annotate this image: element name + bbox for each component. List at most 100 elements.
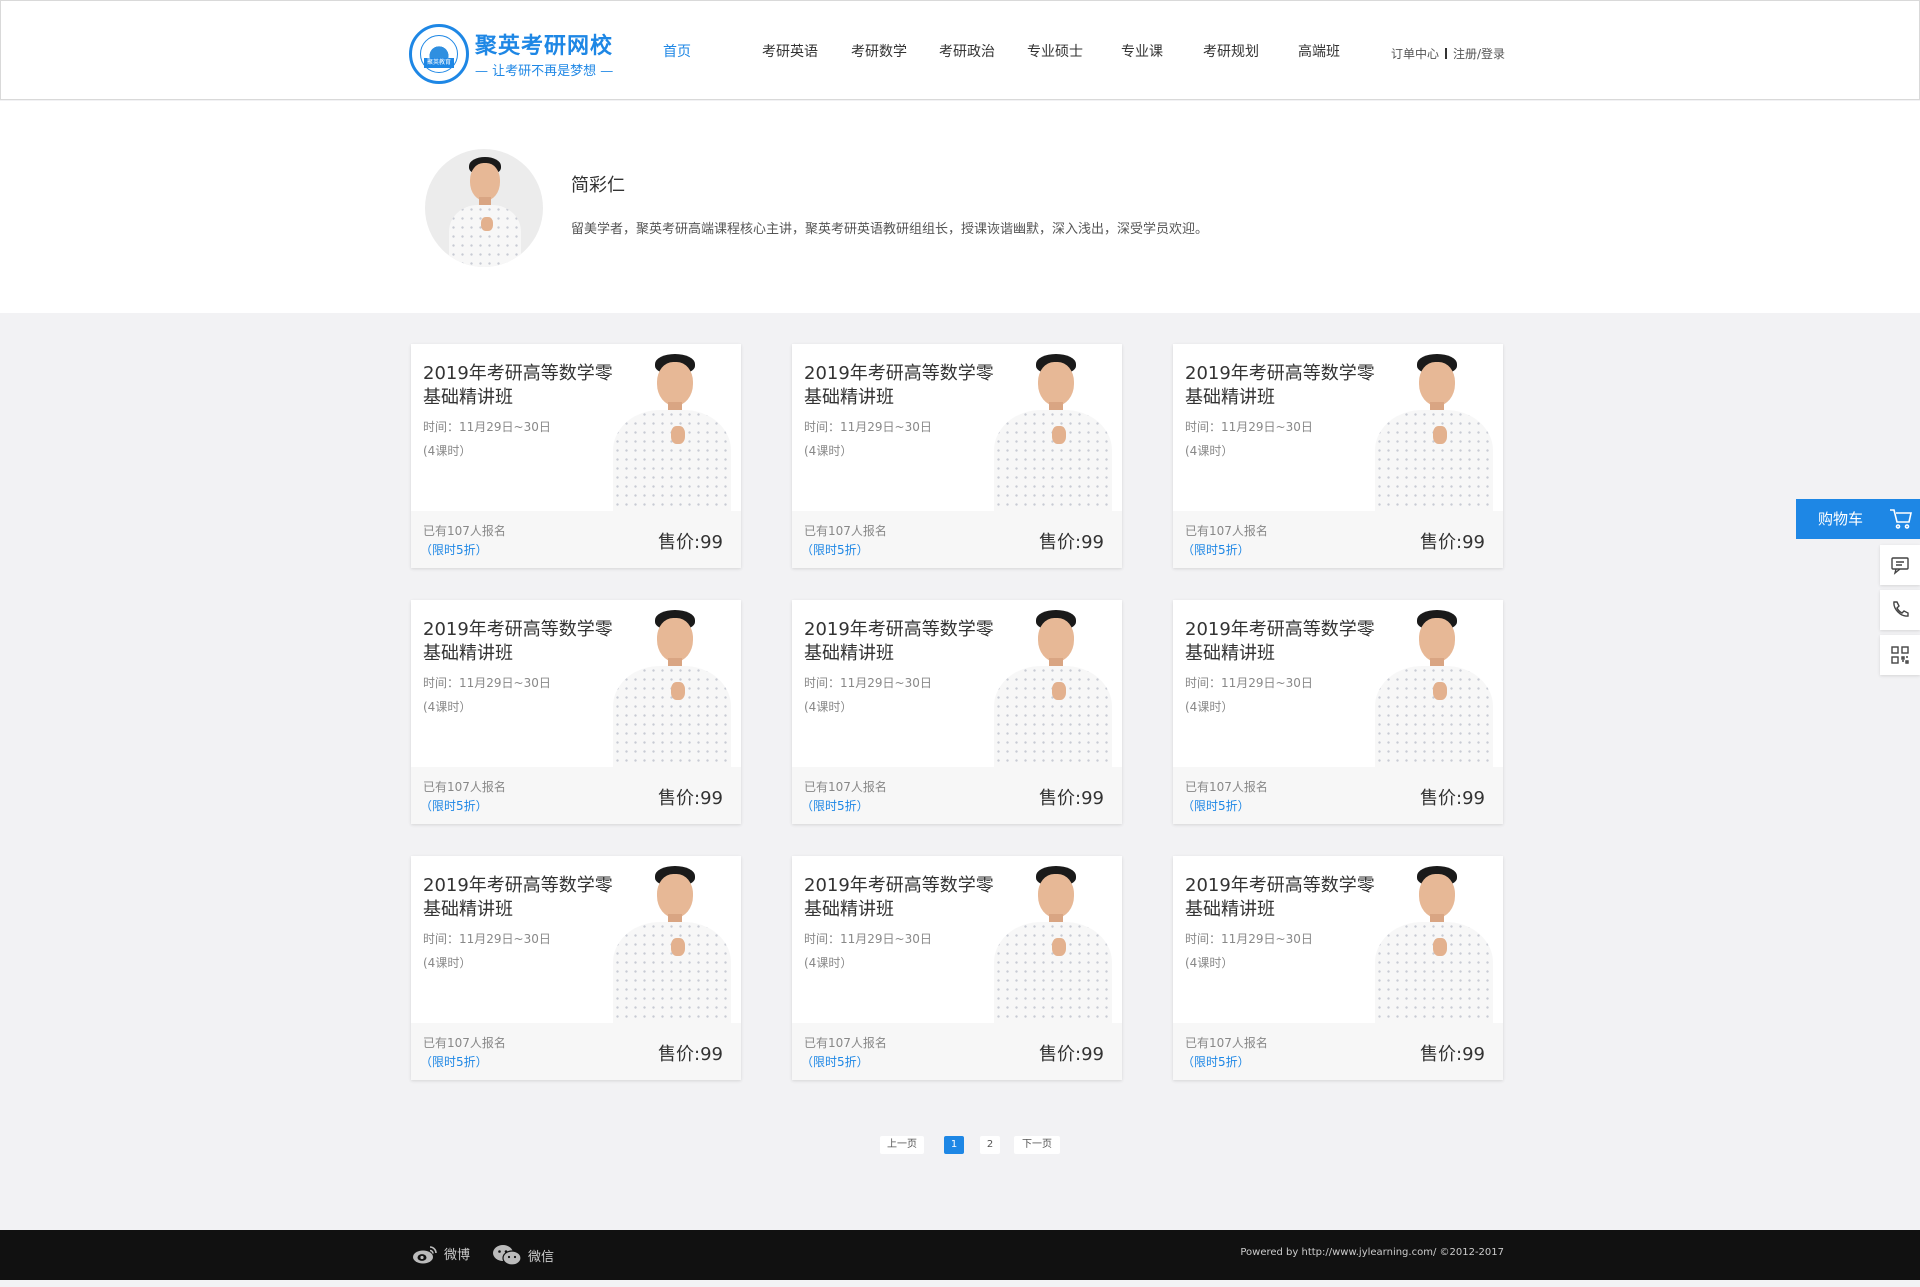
- discount-badge: （限时5折）: [420, 1055, 488, 1069]
- discount-badge: （限时5折）: [420, 799, 488, 813]
- teacher-profile: 简彩仁 留美学者，聚英考研高端课程核心主讲，聚英考研英语教研组组长，授课诙谐幽默…: [0, 101, 1920, 313]
- page-2-button[interactable]: 2: [980, 1136, 1000, 1154]
- course-title[interactable]: 2019年考研高等数学零基础精讲班: [1185, 618, 1385, 666]
- course-price: 售价:99: [658, 1044, 723, 1065]
- logo-slogan: — 让考研不再是梦想 —: [475, 64, 614, 79]
- course-time: 时间：11月29日~30日: [1185, 420, 1313, 434]
- course-card[interactable]: 2019年考研高等数学零基础精讲班时间：11月29日~30日 (4课时） 已有107…: [1173, 600, 1503, 824]
- course-hours: (4课时）: [423, 700, 472, 714]
- instructor-photo: [607, 354, 735, 511]
- course-card[interactable]: 2019年考研高等数学零基础精讲班 时间：11月29日~30日 (4课时） 已有107…: [1173, 856, 1503, 1080]
- phone-button[interactable]: [1880, 590, 1920, 630]
- logo-name: 聚英考研网校: [475, 34, 614, 59]
- wechat-label: 微信: [528, 1250, 555, 1265]
- course-time: 时间：11月29日~30日: [804, 420, 932, 434]
- course-card-footer: 已有107人报名 （限时5折） 售价:99: [792, 511, 1122, 568]
- nav-item[interactable]: 考研数学: [851, 41, 907, 61]
- course-price: 售价:99: [1420, 788, 1485, 809]
- prev-page-button[interactable]: 上一页: [880, 1136, 924, 1154]
- course-time: 时间：11月29日~30日: [1185, 676, 1313, 690]
- instructor-photo: [1369, 354, 1497, 511]
- course-card[interactable]: 2019年考研高等数学零基础精讲班 时间：11月29日~30日 (4课时） 已有107…: [792, 600, 1122, 824]
- message-button[interactable]: [1880, 545, 1920, 585]
- course-card[interactable]: 2019年考研高等数学零基础精讲班时间：11月29日~30日 (4课时） 已有107…: [411, 600, 741, 824]
- course-card[interactable]: 2019年考研高等数学零基础精讲班时间：11月29日~30日 (4课时） 已有107…: [792, 344, 1122, 568]
- course-hours: (4课时）: [423, 444, 472, 458]
- enrolled-count: 已有107人报名: [804, 1036, 887, 1050]
- discount-badge: （限时5折）: [420, 543, 488, 557]
- course-hours: (4课时）: [1185, 444, 1234, 458]
- phone-icon: [1893, 601, 1909, 617]
- weibo-link[interactable]: 微博: [412, 1244, 470, 1266]
- course-price: 售价:99: [658, 532, 723, 553]
- site-logo[interactable]: 聚英教育 聚英考研网校 — 让考研不再是梦想 —: [409, 24, 619, 84]
- teacher-avatar: [425, 149, 543, 267]
- teacher-description: 留美学者，聚英考研高端课程核心主讲，聚英考研英语教研组组长，授课诙谐幽默，深入浅…: [571, 222, 1209, 237]
- course-title[interactable]: 2019年考研高等数学零基础精讲班: [1185, 874, 1385, 922]
- enrolled-count: 已有107人报名: [804, 524, 887, 538]
- course-price: 售价:99: [1420, 1044, 1485, 1065]
- nav-item[interactable]: 专业硕士: [1027, 41, 1083, 61]
- nav-item[interactable]: 考研英语: [762, 41, 818, 61]
- instructor-photo: [988, 610, 1116, 767]
- course-card[interactable]: 2019年考研高等数学零基础精讲班 时间：11月29日~30日 (4课时） 已有107…: [792, 856, 1122, 1080]
- register-login-link[interactable]: 注册/登录: [1453, 47, 1505, 61]
- course-card-footer: 已有107人报名 （限时5折） 售价:99: [411, 511, 741, 568]
- nav-item[interactable]: 专业课: [1121, 41, 1163, 61]
- message-icon: [1891, 557, 1909, 575]
- instructor-photo: [1369, 610, 1497, 767]
- course-time: 时间：11月29日~30日: [423, 932, 551, 946]
- enrolled-count: 已有107人报名: [423, 524, 506, 538]
- logo-seal-icon: 聚英教育: [409, 24, 469, 84]
- order-center-link[interactable]: 订单中心: [1391, 47, 1439, 61]
- course-title[interactable]: 2019年考研高等数学零基础精讲班: [423, 618, 623, 666]
- enrolled-count: 已有107人报名: [1185, 1036, 1268, 1050]
- course-card[interactable]: 2019年考研高等数学零基础精讲班时间：11月29日~30日 (4课时） 已有107…: [411, 344, 741, 568]
- cart-label: 购物车: [1818, 510, 1864, 528]
- nav-item[interactable]: 首页: [663, 41, 691, 61]
- site-footer: 微博 微信 Powered by http://www.jylearning.c…: [0, 1230, 1920, 1280]
- instructor-photo: [607, 610, 735, 767]
- course-card-footer: 已有107人报名 （限时5折） 售价:99: [1173, 1023, 1503, 1080]
- course-time: 时间：11月29日~30日: [804, 676, 932, 690]
- course-card-footer: 已有107人报名 （限时5折） 售价:99: [792, 1023, 1122, 1080]
- course-price: 售价:99: [1039, 788, 1104, 809]
- course-title[interactable]: 2019年考研高等数学零基础精讲班: [423, 362, 623, 410]
- next-page-button[interactable]: 下一页: [1014, 1136, 1060, 1154]
- teacher-name: 简彩仁: [571, 175, 625, 196]
- course-card[interactable]: 2019年考研高等数学零基础精讲班时间：11月29日~30日 (4课时） 已有107…: [1173, 344, 1503, 568]
- page-1-button[interactable]: 1: [944, 1136, 964, 1154]
- course-time: 时间：11月29日~30日: [423, 420, 551, 434]
- course-card-footer: 已有107人报名 （限时5折） 售价:99: [1173, 511, 1503, 568]
- instructor-photo: [607, 866, 735, 1023]
- course-hours: (4课时）: [804, 444, 853, 458]
- course-price: 售价:99: [1039, 532, 1104, 553]
- footer-copyright: Powered by http://www.jylearning.com/ ©2…: [1240, 1247, 1504, 1258]
- course-time: 时间：11月29日~30日: [423, 676, 551, 690]
- enrolled-count: 已有107人报名: [1185, 780, 1268, 794]
- nav-item[interactable]: 考研政治: [939, 41, 995, 61]
- course-hours: (4课时）: [423, 956, 472, 970]
- course-price: 售价:99: [1039, 1044, 1104, 1065]
- discount-badge: （限时5折）: [1182, 799, 1250, 813]
- course-hours: (4课时）: [804, 956, 853, 970]
- nav-item[interactable]: 考研规划: [1203, 41, 1259, 61]
- site-header: 聚英教育 聚英考研网校 — 让考研不再是梦想 — 首页 考研英语 考研数学 考研政治 专…: [0, 0, 1920, 100]
- qrcode-button[interactable]: [1880, 635, 1920, 675]
- course-title[interactable]: 2019年考研高等数学零基础精讲班: [423, 874, 623, 922]
- course-price: 售价:99: [1420, 532, 1485, 553]
- discount-badge: （限时5折）: [801, 543, 869, 557]
- course-title[interactable]: 2019年考研高等数学零基础精讲班: [1185, 362, 1385, 410]
- instructor-photo: [1369, 866, 1497, 1023]
- cart-button[interactable]: 购物车: [1796, 499, 1920, 539]
- course-title[interactable]: 2019年考研高等数学零基础精讲班: [804, 362, 1004, 410]
- course-title[interactable]: 2019年考研高等数学零基础精讲班: [804, 618, 1004, 666]
- course-title[interactable]: 2019年考研高等数学零基础精讲班: [804, 874, 1004, 922]
- course-card[interactable]: 2019年考研高等数学零基础精讲班 时间：11月29日~30日 (4课时） 已有107…: [411, 856, 741, 1080]
- nav-item[interactable]: 高端班: [1298, 41, 1340, 61]
- course-hours: (4课时）: [1185, 700, 1234, 714]
- wechat-link[interactable]: 微信: [492, 1244, 554, 1266]
- course-card-footer: 已有107人报名 （限时5折） 售价:99: [1173, 767, 1503, 824]
- course-hours: (4课时）: [804, 700, 853, 714]
- enrolled-count: 已有107人报名: [423, 780, 506, 794]
